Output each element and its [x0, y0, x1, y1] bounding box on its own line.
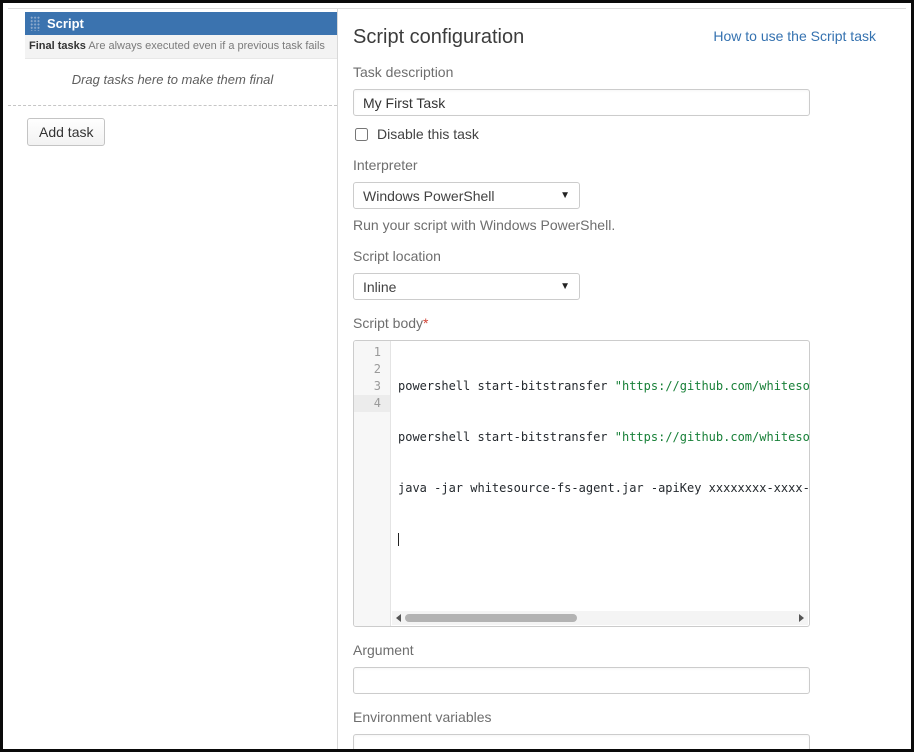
chevron-down-icon: ▼ [560, 190, 570, 201]
page-title: Script configuration [353, 26, 524, 49]
required-asterisk: * [423, 315, 428, 331]
code-line-active [398, 531, 809, 548]
scrollbar-thumb[interactable] [405, 614, 577, 622]
script-location-select[interactable]: Inline ▼ [353, 273, 580, 300]
text-cursor [398, 533, 399, 546]
help-link[interactable]: How to use the Script task [713, 28, 876, 44]
task-description-input[interactable] [353, 89, 810, 116]
scroll-left-icon[interactable] [396, 614, 401, 622]
script-location-label: Script location [353, 248, 911, 264]
code-line: powershell start-bitstransfer "https://g… [398, 378, 809, 395]
script-body-editor-wrap: 1 2 3 4 powershell start-bitstransfer "h… [353, 340, 810, 627]
environment-variables-input[interactable] [353, 734, 810, 752]
editor-horizontal-scrollbar[interactable] [392, 611, 808, 625]
line-number-active: 4 [354, 395, 390, 412]
argument-label: Argument [353, 642, 911, 658]
editor-line-number-gutter: 1 2 3 4 [354, 341, 391, 626]
line-number: 1 [354, 344, 390, 361]
interpreter-selected-value: Windows PowerShell [363, 188, 495, 204]
line-number: 2 [354, 361, 390, 378]
drag-grip-icon[interactable] [30, 16, 40, 31]
interpreter-label: Interpreter [353, 157, 911, 173]
argument-input[interactable] [353, 667, 810, 694]
add-task-button[interactable]: Add task [27, 118, 105, 146]
editor-code-area[interactable]: powershell start-bitstransfer "https://g… [391, 341, 809, 626]
disable-task-checkbox[interactable] [355, 128, 368, 141]
interpreter-description: Run your script with Windows PowerShell. [353, 217, 911, 233]
script-body-label: Script body* [353, 315, 911, 331]
environment-variables-label: Environment variables [353, 709, 911, 725]
script-configuration-panel: Script configuration How to use the Scri… [337, 9, 911, 749]
disable-task-label: Disable this task [377, 126, 479, 142]
bamboo-task-config-screen: Script Final tasks Are always executed e… [0, 0, 914, 752]
final-tasks-description: Are always executed even if a previous t… [88, 40, 325, 52]
task-item-label: Script [47, 16, 84, 31]
scroll-right-icon[interactable] [799, 614, 804, 622]
script-body-editor[interactable]: 1 2 3 4 powershell start-bitstransfer "h… [353, 340, 810, 627]
task-item-script[interactable]: Script [25, 12, 337, 35]
final-tasks-drop-zone[interactable]: Drag tasks here to make them final [8, 59, 337, 106]
script-location-selected-value: Inline [363, 279, 396, 295]
line-number: 3 [354, 378, 390, 395]
drop-zone-hint: Drag tasks here to make them final [72, 72, 274, 87]
final-tasks-header: Final tasks Are always executed even if … [25, 35, 337, 59]
code-line: java -jar whitesource-fs-agent.jar -apiK… [398, 480, 809, 497]
disable-task-row: Disable this task [353, 126, 911, 142]
task-description-label: Task description [353, 64, 911, 80]
interpreter-select[interactable]: Windows PowerShell ▼ [353, 182, 580, 209]
chevron-down-icon: ▼ [560, 281, 570, 292]
final-tasks-title: Final tasks [29, 40, 86, 52]
task-list-panel: Script Final tasks Are always executed e… [3, 9, 337, 749]
config-header: Script configuration How to use the Scri… [353, 26, 876, 49]
code-line: powershell start-bitstransfer "https://g… [398, 429, 809, 446]
